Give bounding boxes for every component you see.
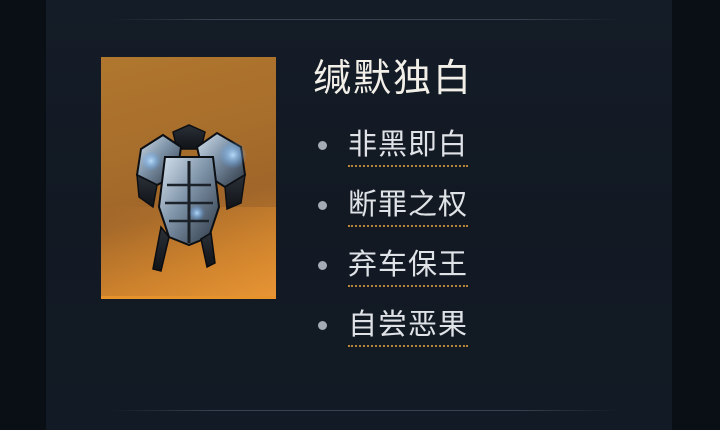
rarity-bar [101,296,276,299]
top-divider [110,19,620,20]
bullet-icon [318,261,327,270]
right-margin [672,0,720,430]
set-item-list: 非黑即白 断罪之权 弃车保王 自尝恶果 [318,124,469,364]
set-item-link-4[interactable]: 自尝恶果 [348,304,469,347]
list-item: 非黑即白 [318,124,469,184]
bottom-divider [110,410,620,411]
set-item-link-2[interactable]: 断罪之权 [348,184,469,227]
bullet-icon [318,201,327,210]
set-item-link-1[interactable]: 非黑即白 [348,124,469,167]
set-title: 缄默独白 [313,56,474,100]
list-item: 弃车保王 [318,244,469,304]
item-card[interactable] [101,57,276,299]
left-margin [0,0,46,430]
list-item: 断罪之权 [318,184,469,244]
list-item: 自尝恶果 [318,304,469,364]
set-item-link-3[interactable]: 弃车保王 [348,244,469,287]
chest-armor-icon [101,124,276,299]
bullet-icon [318,321,327,330]
bullet-icon [318,141,327,150]
